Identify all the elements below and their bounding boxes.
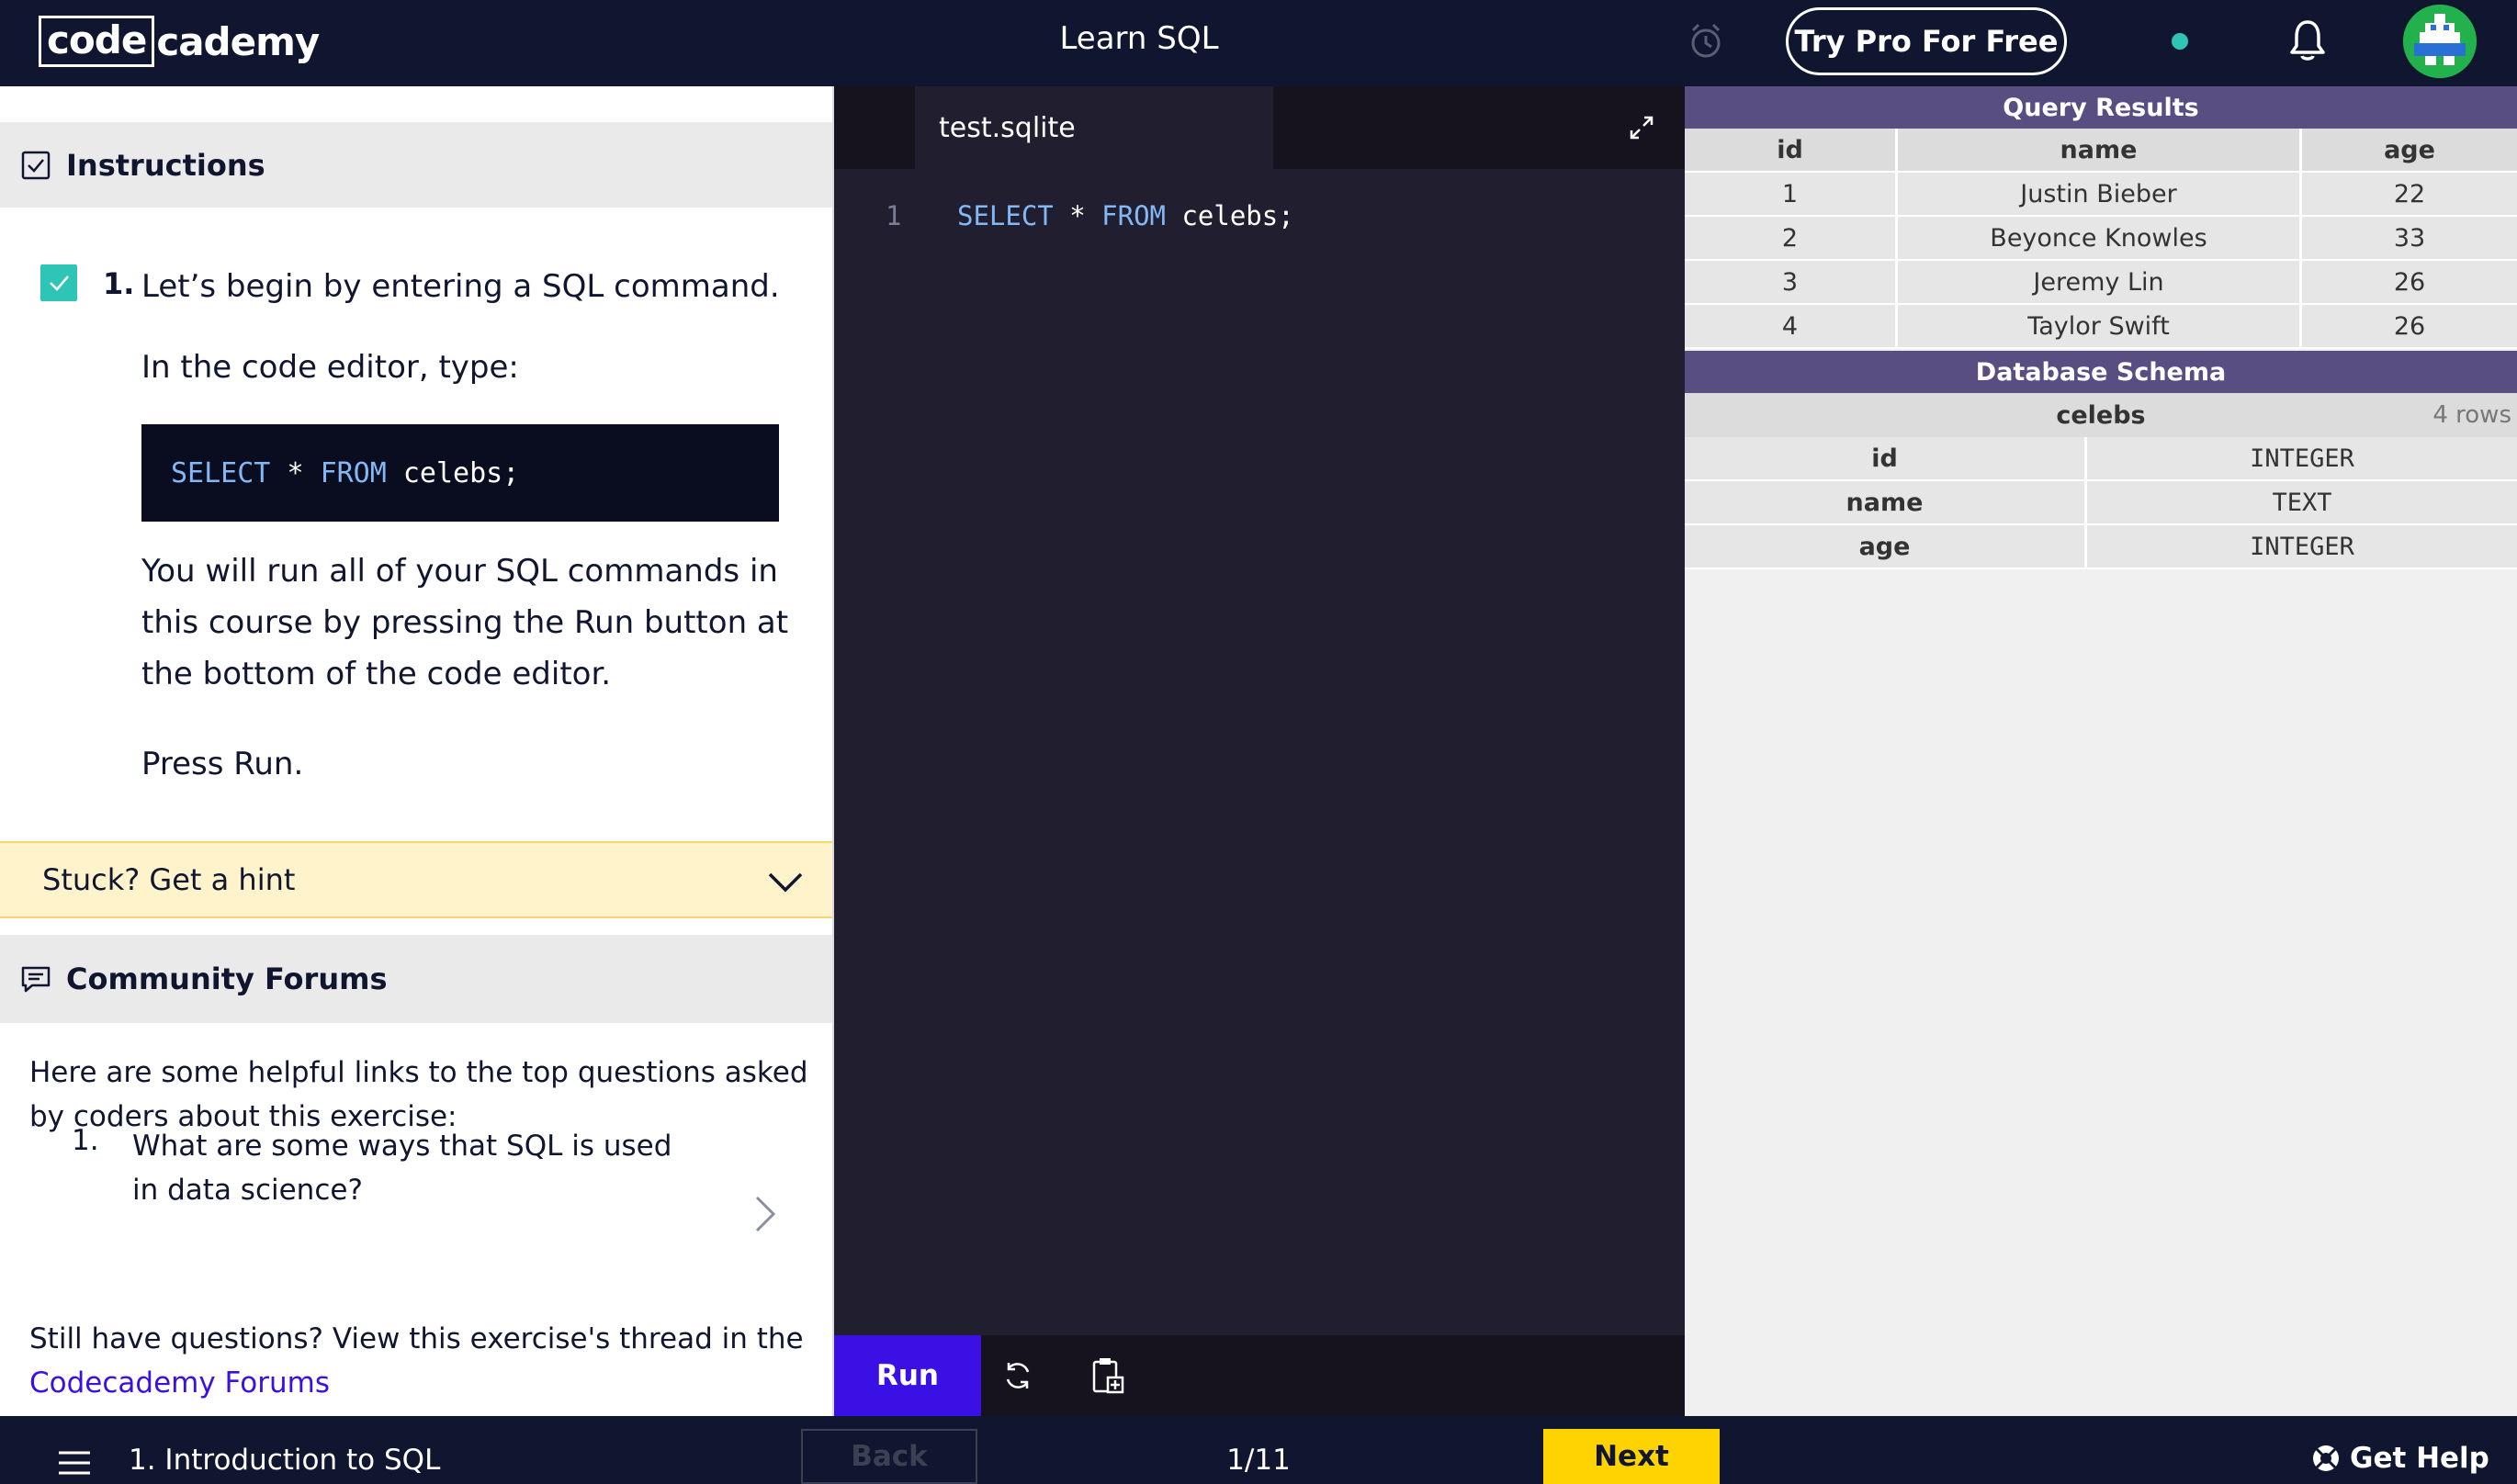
avatar-pixel-icon xyxy=(2403,5,2477,78)
code-keyword-from: FROM xyxy=(320,456,387,489)
cell-id: 2 xyxy=(1685,217,1898,261)
forums-heading: Community Forums xyxy=(66,961,388,996)
column-header-age: age xyxy=(2302,129,2517,173)
results-panel: Query Results id name age 1 Justin Biebe… xyxy=(1685,86,2517,1416)
next-button[interactable]: Next xyxy=(1543,1429,1720,1484)
schema-column-name: id xyxy=(1685,437,2087,481)
schema-table-name-row: celebs 4 rows xyxy=(1685,393,2517,437)
schema-row: id INTEGER xyxy=(1685,437,2517,481)
code-star: * xyxy=(287,456,304,489)
forums-still-label: Still have questions? View this exercise… xyxy=(29,1322,804,1355)
cell-name: Taylor Swift xyxy=(1898,305,2302,349)
schema-table-name: celebs xyxy=(2056,400,2146,430)
table-row: 4 Taylor Swift 26 xyxy=(1685,305,2517,349)
code-line-input[interactable]: SELECT * FROM celebs; xyxy=(957,200,1294,231)
file-tab-test-sqlite[interactable]: test.sqlite xyxy=(915,86,1273,169)
line-number: 1 xyxy=(886,200,902,231)
table-row: 1 Justin Bieber 22 xyxy=(1685,173,2517,217)
community-forums-header: Community Forums xyxy=(0,935,832,1023)
check-icon xyxy=(50,275,69,291)
cell-id: 4 xyxy=(1685,305,1898,349)
schema-column-name: name xyxy=(1685,481,2087,525)
chevron-down-icon xyxy=(768,872,803,893)
schema-column-type: INTEGER xyxy=(2087,437,2517,481)
forums-still-text: Still have questions? View this exercise… xyxy=(29,1317,819,1405)
table-row: 2 Beyonce Knowles 33 xyxy=(1685,217,2517,261)
try-pro-button[interactable]: Try Pro For Free xyxy=(1786,7,2067,75)
code-keyword-select: SELECT xyxy=(171,456,271,489)
cell-age: 33 xyxy=(2302,217,2517,261)
refresh-icon[interactable] xyxy=(1001,1359,1034,1392)
logo-rest-text: cademy xyxy=(156,18,320,64)
cell-name: Justin Bieber xyxy=(1898,173,2302,217)
codecademy-forums-link[interactable]: Codecademy Forums xyxy=(29,1366,330,1400)
query-results-header-row: id name age xyxy=(1685,129,2517,173)
checkbox-icon xyxy=(21,151,51,179)
cell-id: 3 xyxy=(1685,261,1898,305)
forum-question-number: 1. xyxy=(72,1124,99,1157)
page-title: Learn SQL xyxy=(1059,20,1219,57)
get-help-label: Get Help xyxy=(2350,1442,2489,1475)
editor-tab-strip: test.sqlite xyxy=(834,86,1685,169)
table-row: 3 Jeremy Lin 26 xyxy=(1685,261,2517,305)
run-button[interactable]: Run xyxy=(834,1335,981,1416)
instructions-panel: Instructions 1. Let’s begin by entering … xyxy=(0,86,834,1416)
logo-boxed-text: code xyxy=(39,16,155,67)
schema-column-name: age xyxy=(1685,525,2087,569)
top-nav: code cademy Learn SQL Try Pro For Free xyxy=(0,0,2517,86)
forum-question-link[interactable]: What are some ways that SQL is used in d… xyxy=(132,1124,683,1212)
query-results-heading: Query Results xyxy=(1685,86,2517,129)
editor-keyword-select: SELECT xyxy=(957,200,1054,231)
editor-hint-text: In the code editor, type: xyxy=(141,349,519,386)
alarm-clock-icon[interactable] xyxy=(1688,22,1723,61)
instruction-code-block: SELECT * FROM celebs; xyxy=(141,424,779,522)
status-dot xyxy=(2172,33,2188,50)
chevron-right-icon[interactable] xyxy=(751,1194,779,1234)
editor-table: celebs; xyxy=(1166,200,1294,231)
database-schema-heading: Database Schema xyxy=(1685,351,2517,393)
hint-label: Stuck? Get a hint xyxy=(42,862,296,897)
press-run-text: Press Run. xyxy=(141,746,304,782)
hint-toggle[interactable]: Stuck? Get a hint xyxy=(0,841,832,918)
expand-icon[interactable] xyxy=(1628,114,1655,141)
schema-column-type: TEXT xyxy=(2087,481,2517,525)
task-number: 1. xyxy=(103,266,135,301)
code-table: celebs; xyxy=(402,456,520,489)
column-header-id: id xyxy=(1685,129,1898,173)
lesson-label[interactable]: 1. Introduction to SQL xyxy=(129,1444,440,1477)
codecademy-logo[interactable]: code cademy xyxy=(39,15,320,68)
task-text: Let’s begin by entering a SQL command. xyxy=(141,268,780,305)
hamburger-menu-icon[interactable] xyxy=(57,1449,92,1477)
editor-run-bar: Run xyxy=(834,1335,1685,1416)
cell-age: 26 xyxy=(2302,305,2517,349)
cell-name: Beyonce Knowles xyxy=(1898,217,2302,261)
cell-name: Jeremy Lin xyxy=(1898,261,2302,305)
cell-id: 1 xyxy=(1685,173,1898,217)
back-button[interactable]: Back xyxy=(801,1429,977,1484)
instructions-heading: Instructions xyxy=(66,147,265,183)
column-header-name: name xyxy=(1898,129,2302,173)
code-editor-panel: test.sqlite 1 SELECT * FROM celebs; Run xyxy=(834,86,1685,1416)
clipboard-add-icon[interactable] xyxy=(1089,1355,1126,1396)
bell-icon[interactable] xyxy=(2287,18,2328,62)
bottom-nav: 1. Introduction to SQL Back 1/11 Next Ge… xyxy=(0,1416,2517,1484)
exercise-progress: 1/11 xyxy=(1226,1444,1291,1477)
get-help-button[interactable]: Get Help xyxy=(2311,1442,2489,1475)
cell-age: 22 xyxy=(2302,173,2517,217)
schema-row-count: 4 rows xyxy=(2432,401,2511,429)
schema-row: name TEXT xyxy=(1685,481,2517,525)
run-instruction-text: You will run all of your SQL commands in… xyxy=(141,553,789,692)
editor-keyword-from: FROM xyxy=(1101,200,1166,231)
user-avatar[interactable] xyxy=(2403,5,2477,78)
chat-bubble-icon xyxy=(21,966,51,993)
cell-age: 26 xyxy=(2302,261,2517,305)
instructions-header: Instructions xyxy=(0,119,832,208)
task-complete-checkbox[interactable] xyxy=(40,264,77,301)
lifebuoy-icon xyxy=(2313,1445,2339,1471)
schema-row: age INTEGER xyxy=(1685,525,2517,569)
schema-column-type: INTEGER xyxy=(2087,525,2517,569)
editor-star: * xyxy=(1053,200,1102,231)
